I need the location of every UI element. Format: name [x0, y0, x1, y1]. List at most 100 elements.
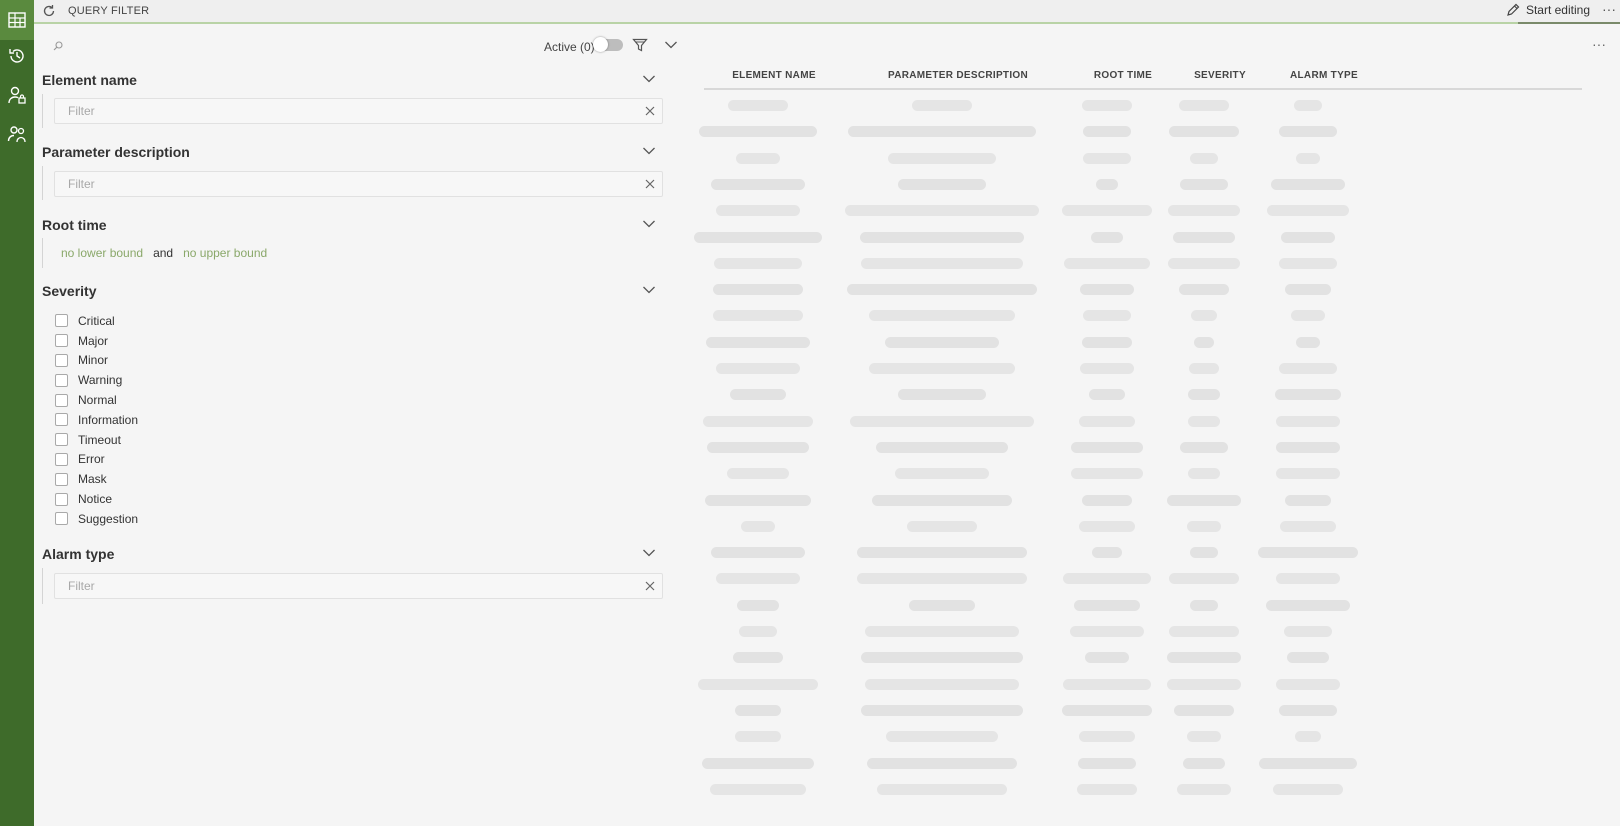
close-icon[interactable] [644, 178, 656, 190]
skeleton-bar [861, 652, 1023, 664]
severity-option-warning[interactable]: Warning [55, 370, 138, 390]
checkbox[interactable] [55, 512, 68, 526]
skeleton-bar [699, 126, 817, 138]
root-time-title[interactable]: Root time [42, 217, 107, 233]
lower-bound-link[interactable]: no lower bound [61, 246, 143, 260]
element-name-title[interactable]: Element name [42, 72, 137, 88]
skeleton-bar [1063, 678, 1151, 690]
checkbox[interactable] [55, 452, 68, 466]
severity-option-suggestion[interactable]: Suggestion [55, 509, 138, 529]
skeleton-bar [1179, 284, 1229, 296]
checkbox[interactable] [55, 334, 68, 348]
skeleton-bar [1167, 494, 1241, 506]
skeleton-bar [1062, 205, 1152, 217]
filter-funnel-icon[interactable] [632, 38, 648, 52]
checkbox[interactable] [55, 314, 68, 328]
skeleton-bar [1062, 704, 1152, 716]
skeleton-bar [876, 441, 1008, 453]
severity-option-label: Timeout [78, 432, 121, 447]
skeleton-bar [865, 626, 1019, 637]
upper-bound-link[interactable]: no upper bound [183, 246, 267, 260]
chevron-down-icon[interactable] [642, 219, 656, 229]
skeleton-bar [1169, 626, 1239, 637]
close-icon[interactable] [644, 580, 656, 592]
skeleton-bar [1167, 678, 1241, 690]
skeleton-bar [1085, 652, 1129, 664]
element-name-filter[interactable] [54, 98, 663, 124]
rail-item-history[interactable] [0, 36, 34, 76]
element-name-input[interactable] [55, 99, 615, 123]
search-icon[interactable] [52, 40, 64, 52]
chevron-down-icon[interactable] [642, 548, 656, 558]
skeleton-bar [865, 678, 1019, 690]
checkbox[interactable] [55, 492, 68, 506]
skeleton-bar [898, 389, 986, 401]
table-grid-icon [8, 12, 26, 28]
parameter-description-filter[interactable] [54, 171, 663, 197]
skeleton-bar [1180, 441, 1228, 453]
rail-item-user-access[interactable] [0, 75, 34, 115]
skeleton-bar [1194, 336, 1214, 348]
severity-option-minor[interactable]: Minor [55, 351, 138, 371]
refresh-icon[interactable] [42, 4, 56, 18]
chevron-down-icon[interactable] [642, 285, 656, 295]
skeleton-bar [1190, 547, 1218, 559]
chevron-down-icon[interactable] [664, 40, 678, 50]
close-icon[interactable] [644, 105, 656, 117]
skeleton-bar [1281, 231, 1335, 243]
skeleton-bar [1083, 310, 1131, 322]
active-toggle[interactable] [593, 37, 623, 52]
column-header-alarm-type[interactable]: ALARM TYPE [1290, 70, 1358, 81]
parameter-description-input[interactable] [55, 172, 615, 196]
checkbox[interactable] [55, 353, 68, 367]
severity-option-error[interactable]: Error [55, 450, 138, 470]
column-header-parameter-description[interactable]: PARAMETER DESCRIPTION [888, 70, 1028, 81]
rail-item-table[interactable] [0, 0, 34, 40]
alarm-type-input[interactable] [55, 574, 615, 598]
skeleton-bar [1296, 152, 1320, 164]
column-header-severity[interactable]: SEVERITY [1194, 70, 1246, 81]
start-editing-button[interactable]: Start editing [1506, 3, 1590, 17]
skeleton-bar [1089, 389, 1125, 401]
section-divider [42, 94, 43, 128]
severity-option-information[interactable]: Information [55, 410, 138, 430]
skeleton-bar [872, 494, 1012, 506]
skeleton-bar [885, 336, 999, 348]
history-icon [9, 49, 24, 63]
skeleton-bar [1187, 520, 1221, 532]
severity-option-timeout[interactable]: Timeout [55, 430, 138, 450]
column-header-root-time[interactable]: ROOT TIME [1094, 70, 1152, 81]
chevron-down-icon[interactable] [642, 146, 656, 156]
app-more-button[interactable]: ··· [1602, 1, 1616, 17]
chevron-down-icon[interactable] [642, 74, 656, 84]
skeleton-bar [907, 520, 977, 532]
checkbox[interactable] [55, 433, 68, 447]
skeleton-bar [867, 757, 1017, 769]
severity-option-notice[interactable]: Notice [55, 489, 138, 509]
skeleton-bar [1077, 783, 1137, 795]
severity-option-mask[interactable]: Mask [55, 469, 138, 489]
severity-option-label: Mask [78, 472, 107, 487]
skeleton-bar [1190, 152, 1218, 164]
column-header-element-name[interactable]: ELEMENT NAME [732, 70, 816, 81]
skeleton-bar [912, 100, 972, 111]
alarm-type-filter[interactable] [54, 573, 663, 599]
severity-title[interactable]: Severity [42, 283, 96, 299]
rail-item-users[interactable] [0, 114, 34, 154]
checkbox[interactable] [55, 373, 68, 387]
skeleton-bar [861, 257, 1023, 269]
severity-option-major[interactable]: Major [55, 331, 138, 351]
filter-panel: Active (0) Element name Parameter descri… [34, 26, 694, 826]
checkbox[interactable] [55, 472, 68, 486]
severity-option-normal[interactable]: Normal [55, 390, 138, 410]
parameter-description-title[interactable]: Parameter description [42, 144, 190, 160]
skeleton-bar [694, 231, 822, 243]
checkbox[interactable] [55, 393, 68, 407]
alarm-type-title[interactable]: Alarm type [42, 546, 114, 562]
severity-option-label: Critical [78, 313, 115, 328]
navigation-rail [0, 0, 34, 826]
checkbox[interactable] [55, 413, 68, 427]
severity-option-critical[interactable]: Critical [55, 311, 138, 331]
table-more-button[interactable]: ··· [1592, 36, 1606, 52]
skeleton-bar [1259, 757, 1357, 769]
